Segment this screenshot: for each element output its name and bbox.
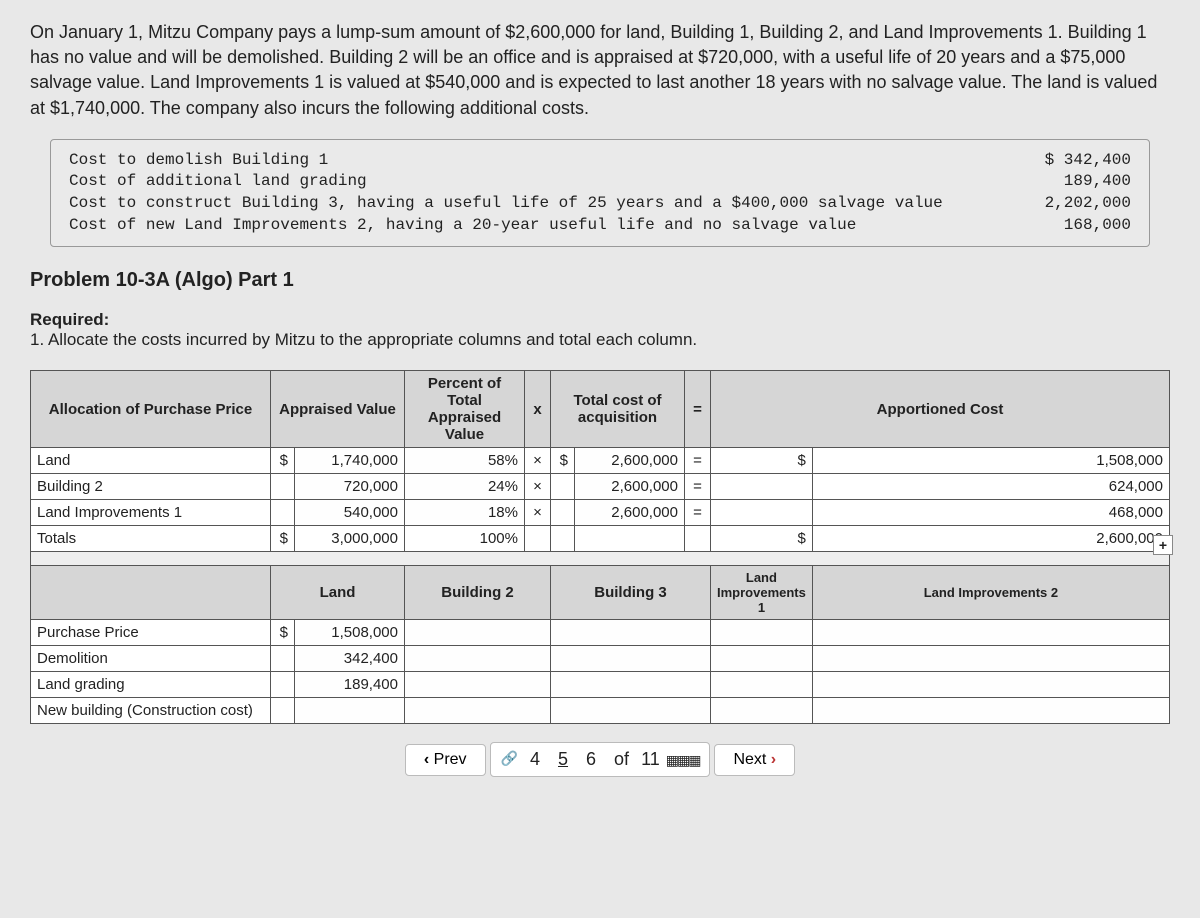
page-6[interactable]: 6 [580, 747, 602, 772]
li2-input[interactable] [812, 620, 1169, 646]
apportioned-value: 624,000 [812, 474, 1169, 500]
percent-input[interactable]: 18% [405, 500, 525, 526]
b3-input[interactable] [551, 698, 711, 724]
apportioned-value: 1,508,000 [812, 448, 1169, 474]
land-input[interactable] [295, 698, 405, 724]
percent-input[interactable]: 24% [405, 474, 525, 500]
th-li1: Land Improvements 1 [711, 566, 813, 620]
table-row: Building 2 720,000 24% × 2,600,000 = 624… [31, 474, 1170, 500]
apportioned-value: 468,000 [812, 500, 1169, 526]
row-label[interactable]: Land grading [31, 672, 271, 698]
table-row: New building (Construction cost) [31, 698, 1170, 724]
page-5[interactable]: 5 [552, 747, 574, 772]
of-label: of [614, 749, 629, 770]
b2-input[interactable] [405, 672, 551, 698]
th-apportioned: Apportioned Cost [711, 371, 1170, 448]
row-label[interactable]: New building (Construction cost) [31, 698, 271, 724]
row-label[interactable]: Totals [31, 526, 271, 552]
table-row: Land grading 189,400 [31, 672, 1170, 698]
cost-values: $ 342,400 189,400 2,202,000 168,000 [1045, 150, 1131, 236]
total-pages: 11 [641, 749, 660, 770]
table-row: Land $ 1,740,000 58% × $ 2,600,000 = $ 1… [31, 448, 1170, 474]
b3-input[interactable] [551, 646, 711, 672]
land-input[interactable]: 189,400 [295, 672, 405, 698]
li2-input[interactable] [812, 672, 1169, 698]
required-text: 1. Allocate the costs incurred by Mitzu … [30, 330, 1170, 350]
table-row: Demolition 342,400 [31, 646, 1170, 672]
part-title: Problem 10-3A (Algo) Part 1 [30, 269, 1170, 292]
li1-input[interactable] [711, 646, 813, 672]
cost-labels: Cost to demolish Building 1 Cost of addi… [69, 150, 943, 236]
prev-button[interactable]: Prev [405, 744, 486, 776]
th-building3: Building 3 [551, 566, 711, 620]
li1-input[interactable] [711, 620, 813, 646]
acquisition-input[interactable]: 2,600,000 [575, 474, 685, 500]
table-row: Land Improvements 1 540,000 18% × 2,600,… [31, 500, 1170, 526]
apportioned-total: 2,600,000 + [812, 526, 1169, 552]
problem-statement: On January 1, Mitzu Company pays a lump-… [30, 20, 1170, 121]
th-land: Land [271, 566, 405, 620]
required-label: Required: [30, 310, 1170, 330]
percent-total: 100% [405, 526, 525, 552]
li1-input[interactable] [711, 672, 813, 698]
table-row: Purchase Price $ 1,508,000 [31, 620, 1170, 646]
acquisition-input[interactable]: 2,600,000 [575, 500, 685, 526]
b2-input[interactable] [405, 646, 551, 672]
link-icon: 🔗 [501, 750, 518, 769]
land-input[interactable]: 1,508,000 [295, 620, 405, 646]
th-equals: = [685, 371, 711, 448]
th-appraised: Appraised Value [271, 371, 405, 448]
th-li2: Land Improvements 2 [812, 566, 1169, 620]
land-input[interactable]: 342,400 [295, 646, 405, 672]
page-indicator: 🔗 4 5 6 of 11 ▦▦▦ [490, 742, 711, 777]
grid-icon[interactable]: ▦▦▦ [666, 756, 700, 764]
appraised-input[interactable]: 720,000 [295, 474, 405, 500]
allocation-table: Allocation of Purchase Price Appraised V… [30, 370, 1170, 724]
add-row-button[interactable]: + [1153, 535, 1173, 555]
appraised-input[interactable]: 1,740,000 [295, 448, 405, 474]
table-row-totals: Totals $ 3,000,000 100% $ 2,600,000 + [31, 526, 1170, 552]
b3-input[interactable] [551, 620, 711, 646]
appraised-input[interactable]: 540,000 [295, 500, 405, 526]
b2-input[interactable] [405, 620, 551, 646]
th-allocation: Allocation of Purchase Price [31, 371, 271, 448]
next-button[interactable]: Next [714, 744, 795, 776]
appraised-total: 3,000,000 [295, 526, 405, 552]
row-label[interactable]: Purchase Price [31, 620, 271, 646]
page-4[interactable]: 4 [524, 747, 546, 772]
th-acquisition: Total cost of acquisition [551, 371, 685, 448]
th-percent: Percent of Total Appraised Value [405, 371, 525, 448]
li1-input[interactable] [711, 698, 813, 724]
row-label[interactable]: Demolition [31, 646, 271, 672]
th-blank [31, 566, 271, 620]
row-label[interactable]: Land [31, 448, 271, 474]
th-building2: Building 2 [405, 566, 551, 620]
row-label[interactable]: Land Improvements 1 [31, 500, 271, 526]
row-label[interactable]: Building 2 [31, 474, 271, 500]
b2-input[interactable] [405, 698, 551, 724]
li2-input[interactable] [812, 646, 1169, 672]
li2-input[interactable] [812, 698, 1169, 724]
acquisition-input[interactable]: 2,600,000 [575, 448, 685, 474]
pagination-bar: Prev 🔗 4 5 6 of 11 ▦▦▦ Next [30, 724, 1170, 785]
additional-costs-box: Cost to demolish Building 1 Cost of addi… [50, 139, 1150, 247]
th-times: x [525, 371, 551, 448]
b3-input[interactable] [551, 672, 711, 698]
percent-input[interactable]: 58% [405, 448, 525, 474]
